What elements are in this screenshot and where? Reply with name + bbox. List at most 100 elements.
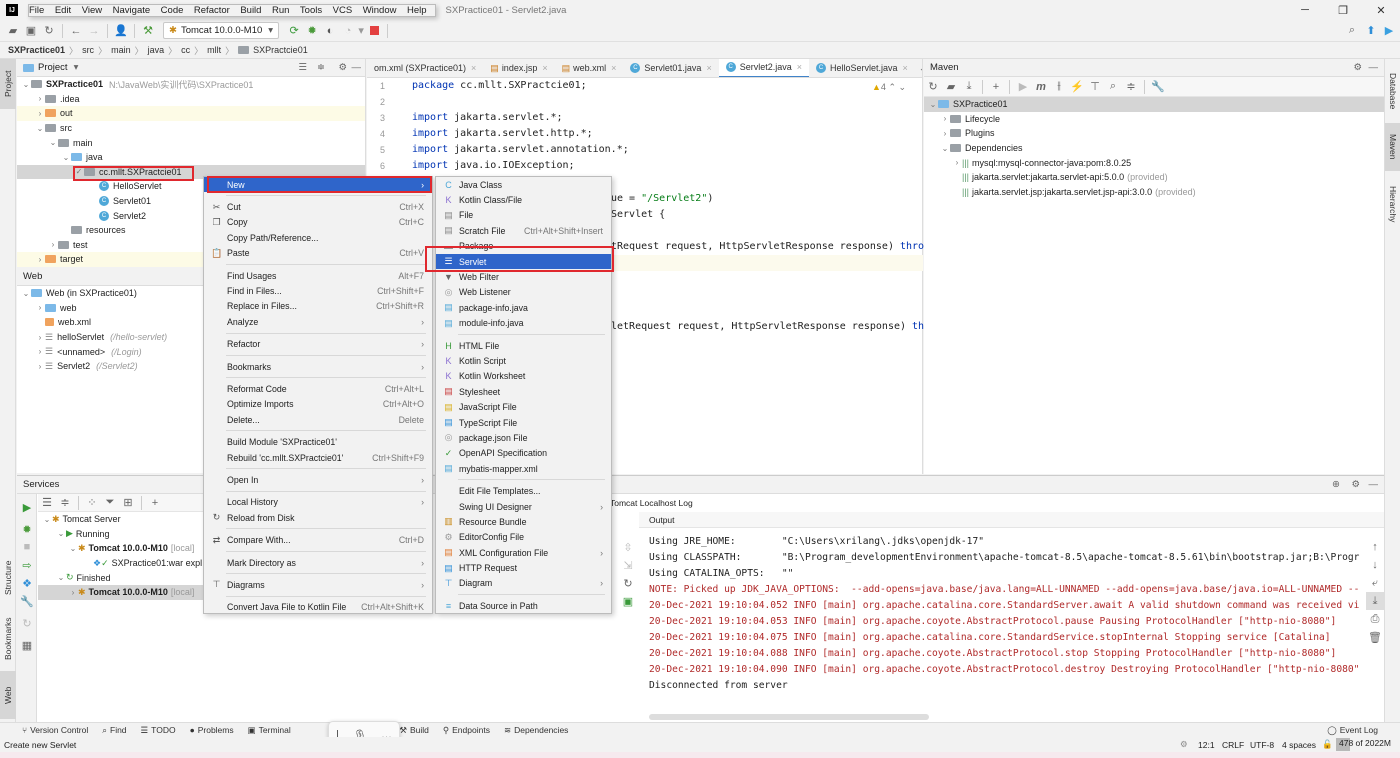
tab-servlet2-java[interactable]: C Servlet2.java × — [718, 59, 810, 77]
file-encoding[interactable]: UTF-8 — [1250, 740, 1274, 750]
maven-tree-lifecycle[interactable]: › Lifecycle — [924, 112, 1384, 127]
stripe-tab-hierarchy[interactable]: Hierarchy — [1385, 177, 1400, 231]
tab-find[interactable]: ⌕ Find — [102, 725, 126, 736]
debug-icon[interactable]: ✹ — [303, 22, 321, 40]
menu-item-reformat-code[interactable]: Reformat Code Ctrl+Alt+L — [204, 381, 432, 396]
add-service-icon[interactable]: + — [146, 494, 164, 512]
new-item-kotlin-class-file[interactable]: K Kotlin Class/File — [436, 192, 611, 207]
more-run-icon[interactable]: ▾ — [357, 22, 365, 40]
new-item-resource-bundle[interactable]: ▥ Resource Bundle — [436, 514, 611, 529]
menu-window[interactable]: Window — [363, 5, 397, 16]
tab-problems[interactable]: ● Problems — [190, 725, 234, 735]
code-area[interactable]: package cc.mllt.SXPractcie01; import jak… — [412, 78, 922, 174]
hide-icon[interactable]: — — [1369, 62, 1379, 73]
restore-button[interactable]: ❐ — [1324, 0, 1362, 20]
print-icon[interactable]: ⎙ — [1366, 610, 1384, 628]
maven-dep-servlet-api[interactable]: ||| jakarta.servlet:jakarta.servlet-api:5… — [924, 170, 1384, 185]
menu-build[interactable]: Build — [240, 5, 261, 16]
tab-servlet01-java[interactable]: C Servlet01.java × — [623, 59, 718, 77]
new-item-javascript-file[interactable]: ▤ JavaScript File — [436, 399, 611, 414]
group-icon[interactable]: ⁘ — [83, 494, 101, 512]
maven-tree-root[interactable]: ⌄ SXPractice01 — [924, 97, 1384, 112]
tab-tomcat-localhost-log[interactable]: Tomcat Localhost Log — [610, 494, 693, 512]
target-icon[interactable]: ⊕ — [1332, 479, 1340, 490]
download-icon[interactable]: ⤓ — [960, 78, 978, 96]
refresh-icon[interactable]: ↻ — [18, 614, 36, 632]
output-header[interactable]: Output — [639, 512, 1384, 528]
menu-item-diagrams[interactable]: ⊤ Diagrams › — [204, 577, 432, 592]
stop-icon[interactable] — [365, 22, 383, 40]
debug-icon[interactable]: ✹ — [18, 520, 36, 538]
maven-tree-plugins[interactable]: › Plugins — [924, 126, 1384, 141]
horizontal-scrollbar[interactable] — [649, 714, 929, 720]
new-item-editorconfig-file[interactable]: ⚙ EditorConfig File — [436, 530, 611, 545]
gear-icon[interactable]: ⚙ — [338, 62, 347, 73]
tab-build[interactable]: ⚒ Build — [399, 725, 429, 736]
user-icon[interactable]: 👤 — [112, 22, 130, 40]
menu-item-delete[interactable]: Delete... Delete — [204, 412, 432, 427]
deploy-icon[interactable]: ⇨ — [18, 556, 36, 574]
maven-tree-dependencies[interactable]: ⌄ Dependencies — [924, 141, 1384, 156]
generate-sources-icon[interactable]: ▰ — [942, 78, 960, 96]
arrow-up-icon[interactable]: ↑ — [1366, 538, 1384, 556]
save-icon[interactable]: ▣ — [22, 22, 40, 40]
export-icon[interactable]: ▣ — [619, 592, 637, 610]
update-icon[interactable]: ⬆ — [1362, 22, 1380, 40]
menu-item-find-usages[interactable]: Find Usages Alt+F7 — [204, 268, 432, 283]
search-icon[interactable]: ⌕ — [1104, 78, 1122, 96]
menu-item-analyze[interactable]: Analyze › — [204, 314, 432, 329]
new-item-package-json-file[interactable]: ◎ package.json File — [436, 430, 611, 445]
trash-icon[interactable]: 🗑 — [1366, 628, 1384, 646]
menu-run[interactable]: Run — [272, 5, 289, 16]
build-hammer-icon[interactable]: ⚒ — [139, 22, 157, 40]
line-separator[interactable]: CRLF — [1222, 740, 1244, 750]
menu-refactor[interactable]: Refactor — [194, 5, 230, 16]
tab-index-jsp[interactable]: ▤ index.jsp × — [483, 59, 554, 77]
layout-icon[interactable]: ▦ — [18, 636, 36, 654]
new-item-web-listener[interactable]: ◎ Web Listener — [436, 285, 611, 300]
stripe-tab-database[interactable]: Database — [1385, 63, 1400, 119]
tree-item-idea[interactable]: › .idea — [17, 92, 365, 107]
collapse-all-icon[interactable]: ≑ — [317, 62, 325, 73]
crumb-java[interactable]: java — [148, 45, 165, 55]
new-item-data-source-in-path[interactable]: ≡ Data Source in Path — [436, 598, 611, 613]
menu-item-copy[interactable]: ❐ Copy Ctrl+C — [204, 215, 432, 230]
stripe-tab-bookmarks[interactable]: Bookmarks — [0, 609, 16, 669]
collapse-all-icon[interactable]: ≑ — [1122, 78, 1140, 96]
menu-item-rebuild-cc-mllt-sxpractcie01[interactable]: Rebuild 'cc.mllt.SXPractcie01' Ctrl+Shift… — [204, 450, 432, 465]
menu-code[interactable]: Code — [161, 5, 184, 16]
wrench-icon[interactable]: 🔧 — [1149, 78, 1167, 96]
maven-goal-icon[interactable]: m — [1032, 78, 1050, 96]
show-dependencies-icon[interactable]: ⊤ — [1086, 78, 1104, 96]
new-item-file[interactable]: ▤ File — [436, 208, 611, 223]
menu-item-find-in-files[interactable]: Find in Files... Ctrl+Shift+F — [204, 283, 432, 298]
new-item-diagram[interactable]: ⊤ Diagram › — [436, 576, 611, 591]
close-button[interactable]: ✕ — [1362, 0, 1400, 20]
git-icon[interactable]: ⚙ — [1180, 739, 1188, 750]
project-panel-title[interactable]: Project — [38, 62, 68, 73]
menu-item-open-in[interactable]: Open In › — [204, 472, 432, 487]
tree-item-main[interactable]: ⌄ main — [17, 135, 365, 150]
lock-icon[interactable]: 🔓 — [1322, 739, 1333, 750]
stripe-tab-maven[interactable]: Maven — [1385, 123, 1400, 171]
tab-web-xml[interactable]: ▤ web.xml × — [555, 59, 624, 77]
tab-helloservlet-java[interactable]: C HelloServlet.java × — [809, 59, 915, 77]
menu-file[interactable]: File — [29, 5, 44, 16]
crumb-main[interactable]: main — [111, 45, 131, 55]
run-icon[interactable]: ▶ — [1014, 78, 1032, 96]
menu-item-paste[interactable]: 📋 Paste Ctrl+V — [204, 246, 432, 261]
maven-dep-jsp-api[interactable]: ||| jakarta.servlet.jsp:jakarta.servlet.j… — [924, 185, 1384, 200]
reload-icon[interactable]: ↻ — [924, 78, 942, 96]
rerun-icon[interactable]: ⟳ — [285, 22, 303, 40]
event-log-button[interactable]: ◯ Event Log — [1327, 725, 1378, 736]
stripe-tab-structure[interactable]: Structure — [0, 549, 16, 607]
menu-item-bookmarks[interactable]: Bookmarks › — [204, 359, 432, 374]
stop-icon[interactable]: ■ — [18, 538, 36, 556]
crumb-cc[interactable]: cc — [181, 45, 190, 55]
tree-item-out[interactable]: › out — [17, 106, 365, 121]
new-item-xml-configuration-file[interactable]: ▤ XML Configuration File › — [436, 545, 611, 560]
menu-vcs[interactable]: VCS — [333, 5, 353, 16]
new-item-edit-file-templates[interactable]: Edit File Templates... — [436, 483, 611, 498]
toolbox-icon[interactable]: ▶ — [1380, 22, 1398, 40]
tab-version-control[interactable]: ⑂ Version Control — [22, 725, 88, 735]
